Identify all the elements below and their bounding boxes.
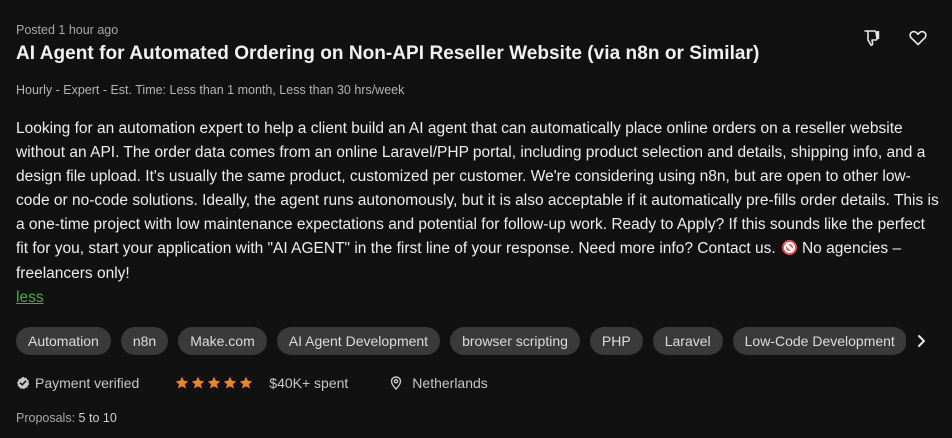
skill-chip[interactable]: Low-Code Development <box>732 326 907 355</box>
star-icon <box>192 376 205 389</box>
skill-chip[interactable]: Automation <box>16 326 111 355</box>
client-stats: Payment verified $40K+ spent Netherlands <box>16 373 936 393</box>
skills-list: Automation n8n Make.com AI Agent Developmen… <box>16 326 936 355</box>
proposals: Proposals: 5 to 10 <box>16 410 936 426</box>
total-spent: $40K+ spent <box>269 374 349 391</box>
location-pin-icon <box>391 376 402 390</box>
proposals-value: 5 to 10 <box>78 410 117 425</box>
skill-chip[interactable]: browser scripting <box>450 326 580 355</box>
star-icon <box>224 376 237 389</box>
skill-chip[interactable]: n8n <box>120 326 169 355</box>
posted-time: Posted 1 hour ago <box>16 22 936 38</box>
skill-chip[interactable]: AI Agent Development <box>276 326 441 355</box>
job-card[interactable]: Posted 1 hour ago AI Agent for Automated… <box>0 0 952 438</box>
heart-icon <box>909 30 927 46</box>
thumbs-down-button[interactable] <box>862 28 882 48</box>
client-rating <box>175 376 253 390</box>
client-location: Netherlands <box>390 375 488 391</box>
star-icon <box>176 376 189 389</box>
skill-chip[interactable]: Laravel <box>652 326 723 355</box>
payment-verified: Payment verified <box>16 375 139 391</box>
proposals-label: Proposals: <box>16 410 76 425</box>
posted-prefix: Posted <box>16 23 55 37</box>
job-description: Looking for an automation expert to help… <box>16 117 941 310</box>
chevron-right-icon <box>918 334 925 347</box>
payment-verified-label: Payment verified <box>35 374 140 391</box>
posted-value: 1 hour ago <box>58 23 119 37</box>
prohibited-emoji <box>781 240 797 256</box>
skills-track: Automation n8n Make.com AI Agent Developmen… <box>16 326 936 355</box>
skills-next-button[interactable] <box>906 326 936 355</box>
job-title[interactable]: AI Agent for Automated Ordering on Non-A… <box>16 41 836 67</box>
job-meta: Hourly - Expert - Est. Time: Less than 1… <box>16 83 405 97</box>
location-label: Netherlands <box>412 374 488 391</box>
verified-badge-icon <box>17 376 30 389</box>
skill-chip[interactable]: Make.com <box>178 326 267 355</box>
job-actions <box>862 28 928 48</box>
star-icon <box>208 376 221 389</box>
less-link[interactable]: less <box>16 287 44 309</box>
description-text: Looking for an automation expert to help… <box>16 120 939 258</box>
thumbs-down-icon <box>864 30 880 46</box>
star-icon <box>240 376 253 389</box>
skill-chip[interactable]: PHP <box>589 326 643 355</box>
save-job-button[interactable] <box>908 28 928 48</box>
